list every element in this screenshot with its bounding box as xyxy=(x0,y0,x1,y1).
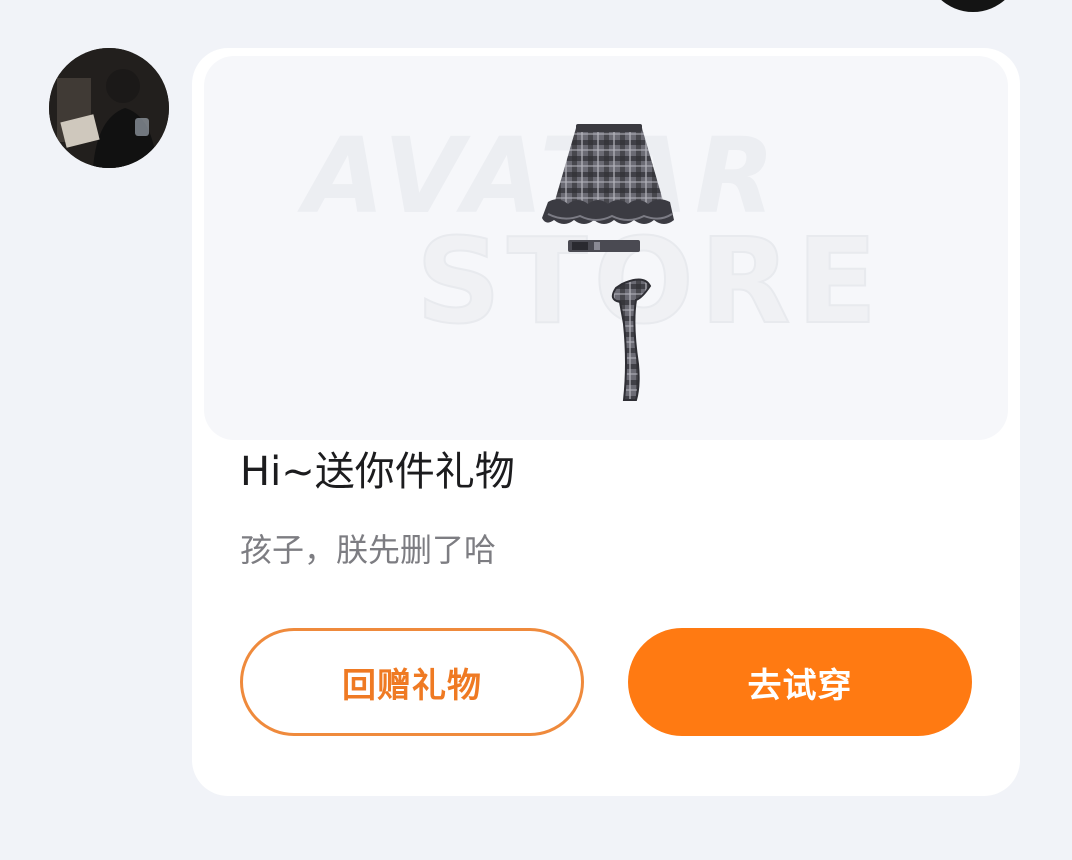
try-on-button[interactable]: 去试穿 xyxy=(628,628,972,736)
gift-item-preview[interactable]: AVATAR STORE xyxy=(204,56,1008,440)
avatar-photo xyxy=(49,48,169,168)
avatar-figure-icon xyxy=(943,0,1003,10)
gift-message: 孩子，朕先删了哈 xyxy=(240,531,497,569)
gift-message-card[interactable]: AVATAR STORE Hi~送你件礼物 孩子，朕先删了哈 回赠礼物 去试穿 xyxy=(192,48,1020,796)
gift-title: Hi~送你件礼物 xyxy=(240,449,515,495)
chat-view: AVATAR STORE Hi~送你件礼物 孩子，朕先删了哈 回赠礼物 去试穿 xyxy=(0,0,1072,860)
plaid-skirt-outfit-icon xyxy=(542,124,674,401)
return-gift-button[interactable]: 回赠礼物 xyxy=(240,628,584,736)
sender-avatar[interactable] xyxy=(49,48,169,168)
previous-message-avatar[interactable] xyxy=(925,0,1021,12)
